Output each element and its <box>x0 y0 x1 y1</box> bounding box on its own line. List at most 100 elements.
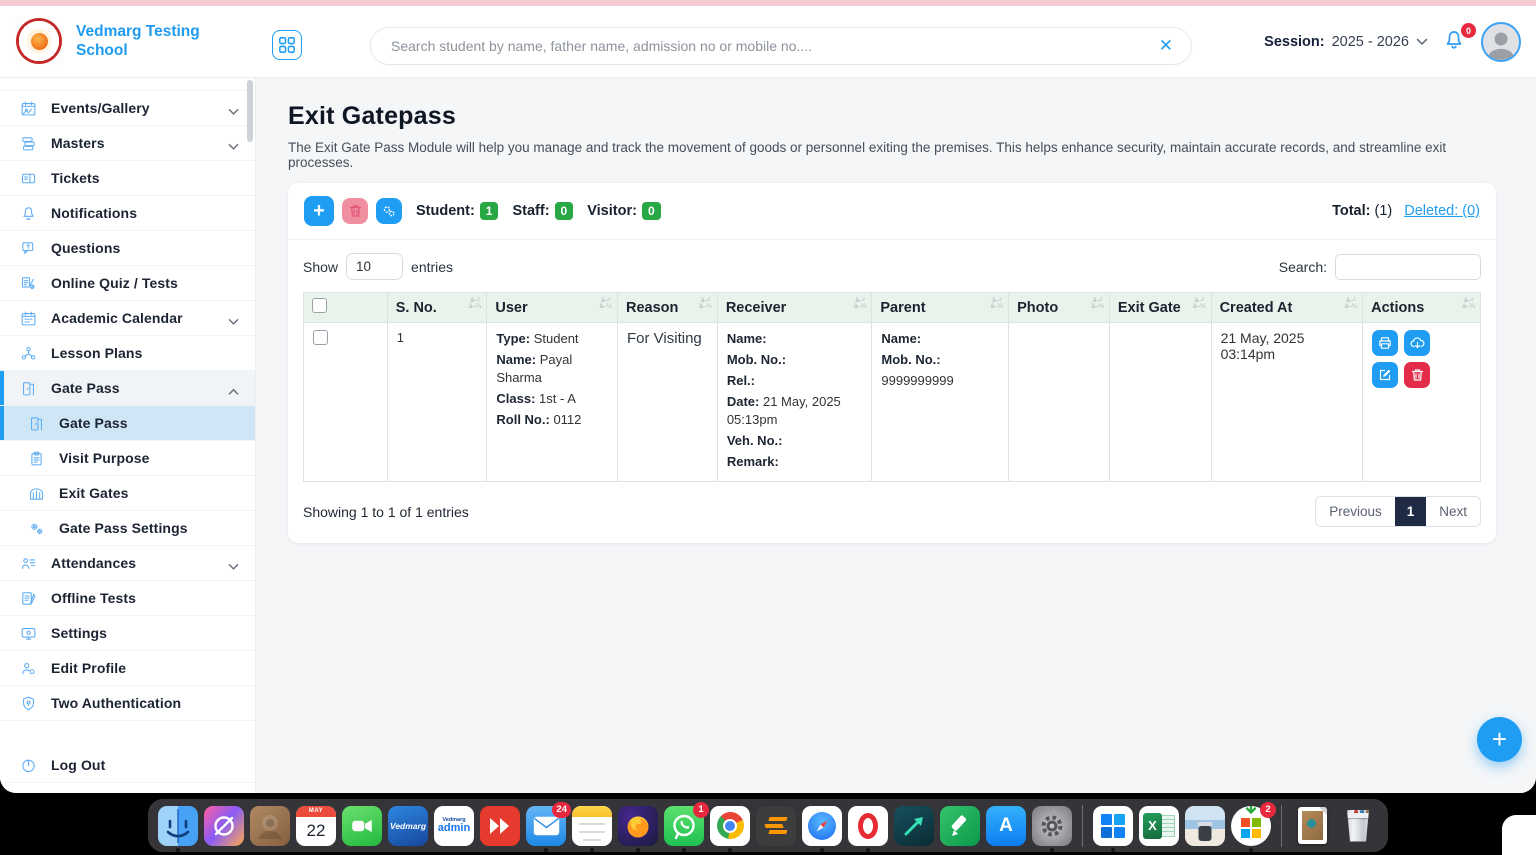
opera-icon[interactable] <box>848 806 888 846</box>
col-header-receiver[interactable]: Receiverâ–² â–¼ <box>717 293 872 323</box>
firefox-icon[interactable] <box>618 806 658 846</box>
sidebar-item-settings[interactable]: Settings <box>0 616 255 651</box>
col-header-label: Parent <box>880 300 925 316</box>
col-header-label: Reason <box>626 300 678 316</box>
app-store-icon[interactable]: A <box>986 806 1026 846</box>
col-header-photo[interactable]: Photoâ–² â–¼ <box>1009 293 1110 323</box>
wondershare-icon[interactable] <box>894 806 934 846</box>
row-checkbox[interactable] <box>313 330 328 345</box>
finder-icon[interactable] <box>158 806 198 846</box>
chevron-down-icon <box>228 138 239 156</box>
col-header-created-at[interactable]: Created Atâ–² â–¼ <box>1211 293 1363 323</box>
col-header-label: Photo <box>1017 300 1058 316</box>
col-header-parent[interactable]: Parentâ–² â–¼ <box>872 293 1009 323</box>
calendar-month: MAY <box>296 806 336 817</box>
sidebar-item-visit-purpose[interactable]: Visit Purpose <box>0 441 255 476</box>
mail-icon[interactable]: 24 <box>526 806 566 846</box>
red-arrows-app-icon[interactable] <box>480 806 520 846</box>
delete-button[interactable] <box>1404 362 1430 388</box>
col-header-reason[interactable]: Reasonâ–² â–¼ <box>618 293 718 323</box>
sidebar-item-two-authentication[interactable]: Two Authentication <box>0 686 255 721</box>
print-button[interactable] <box>1372 330 1398 356</box>
sidebar-item-gate-pass-settings[interactable]: Gate Pass Settings <box>0 511 255 546</box>
sidebar-item-questions[interactable]: Questions <box>0 231 255 266</box>
sidebar-item-label: Online Quiz / Tests <box>51 275 178 291</box>
search-input[interactable] <box>391 38 1155 54</box>
sidebar-scrollbar[interactable] <box>247 80 253 142</box>
running-indicator <box>636 848 640 852</box>
running-indicator <box>590 848 594 852</box>
notes-icon[interactable] <box>572 806 612 846</box>
chrome-icon[interactable] <box>710 806 750 846</box>
running-indicator <box>728 848 732 852</box>
vedmarg-admin-icon[interactable]: Vedmargadmin <box>434 806 474 846</box>
photo-jar-app-icon[interactable] <box>1185 806 1225 846</box>
sidebar-item-events-gallery[interactable]: Events/Gallery <box>0 91 255 126</box>
sidebar-item-label: Questions <box>51 240 120 256</box>
apps-grid-icon[interactable] <box>272 30 302 60</box>
col-header-user[interactable]: Userâ–² â–¼ <box>487 293 618 323</box>
clipboard-icon <box>27 449 45 467</box>
col-header-s-no[interactable]: S. No.â–² â–¼ <box>387 293 487 323</box>
main-content: Exit Gatepass The Exit Gate Pass Module … <box>256 78 1536 793</box>
background-window-corner <box>1502 815 1536 855</box>
excel-icon[interactable]: X <box>1139 806 1179 846</box>
clear-search-icon[interactable]: ✕ <box>1155 36 1177 56</box>
document-file-icon[interactable] <box>1292 806 1332 846</box>
settings-icon <box>19 624 37 642</box>
sidebar-item-attendances[interactable]: Attendances <box>0 546 255 581</box>
previous-page-button[interactable]: Previous <box>1316 497 1395 526</box>
sidebar-item-academic-calendar[interactable]: Academic Calendar <box>0 301 255 336</box>
avatar[interactable] <box>1481 22 1521 62</box>
dock: MAY22 VedmargVedmargadmin 24 1 A X 2 <box>148 799 1388 852</box>
sidebar-item-gate-pass[interactable]: Gate Pass <box>0 406 255 441</box>
notifications-bell-icon[interactable]: 0 <box>1442 28 1470 56</box>
windows-app-icon[interactable] <box>1093 806 1133 846</box>
trash-icon[interactable] <box>1338 806 1378 846</box>
power-icon <box>19 756 37 774</box>
entries-count-input[interactable] <box>346 253 403 280</box>
page-1-button[interactable]: 1 <box>1395 497 1427 526</box>
chevron-down-icon <box>228 558 239 576</box>
select-all-checkbox[interactable] <box>312 298 327 313</box>
download-button[interactable] <box>1404 330 1430 356</box>
sidebar-item-online-quiz-tests[interactable]: Online Quiz / Tests <box>0 266 255 301</box>
roll-value: 0112 <box>553 412 581 427</box>
safari-icon[interactable] <box>802 806 842 846</box>
table-search-input[interactable] <box>1335 254 1481 280</box>
col-header-actions[interactable]: Actionsâ–² â–¼ <box>1363 293 1481 323</box>
sidebar-item-log-out[interactable]: Log Out <box>0 748 255 783</box>
microsoft-365-icon[interactable]: 2 <box>1231 806 1271 846</box>
edit-button[interactable] <box>1372 362 1398 388</box>
sidebar-item-exit-gates[interactable]: Exit Gates <box>0 476 255 511</box>
gradient-loop-app-icon[interactable] <box>204 806 244 846</box>
receiver-date-label: Date: <box>727 394 760 409</box>
system-settings-icon[interactable] <box>1032 806 1072 846</box>
running-indicator <box>820 848 824 852</box>
add-gatepass-button[interactable]: + <box>304 196 334 226</box>
bulk-delete-button[interactable] <box>342 198 368 224</box>
col-header-select[interactable] <box>304 293 388 323</box>
sidebar-item-notifications[interactable]: Notifications <box>0 196 255 231</box>
session-selector[interactable]: Session: 2025 - 2026 <box>1264 6 1428 78</box>
sidebar-item-lesson-plans[interactable]: Lesson Plans <box>0 336 255 371</box>
roll-label: Roll No.: <box>496 412 549 427</box>
facetime-icon[interactable] <box>342 806 382 846</box>
whatsapp-icon[interactable]: 1 <box>664 806 704 846</box>
deleted-link[interactable]: Deleted: (0) <box>1404 203 1480 219</box>
edit-icon <box>1378 368 1392 382</box>
sidebar-item-tickets[interactable]: Tickets <box>0 161 255 196</box>
vedmarg-icon[interactable]: Vedmarg <box>388 806 428 846</box>
sidebar-item-edit-profile[interactable]: Edit Profile <box>0 651 255 686</box>
next-page-button[interactable]: Next <box>1426 497 1480 526</box>
gatepass-settings-button[interactable] <box>376 198 402 224</box>
sublime-text-icon[interactable] <box>756 806 796 846</box>
calendar-app-icon[interactable]: MAY22 <box>296 806 336 846</box>
floating-add-button[interactable]: + <box>1477 717 1522 762</box>
green-pencil-app-icon[interactable] <box>940 806 980 846</box>
brown-app-icon[interactable] <box>250 806 290 846</box>
sidebar-item-masters[interactable]: Masters <box>0 126 255 161</box>
col-header-exit-gate[interactable]: Exit Gateâ–² â–¼ <box>1109 293 1211 323</box>
sidebar-item-offline-tests[interactable]: Offline Tests <box>0 581 255 616</box>
sidebar-item-gate-pass[interactable]: Gate Pass <box>0 371 255 406</box>
